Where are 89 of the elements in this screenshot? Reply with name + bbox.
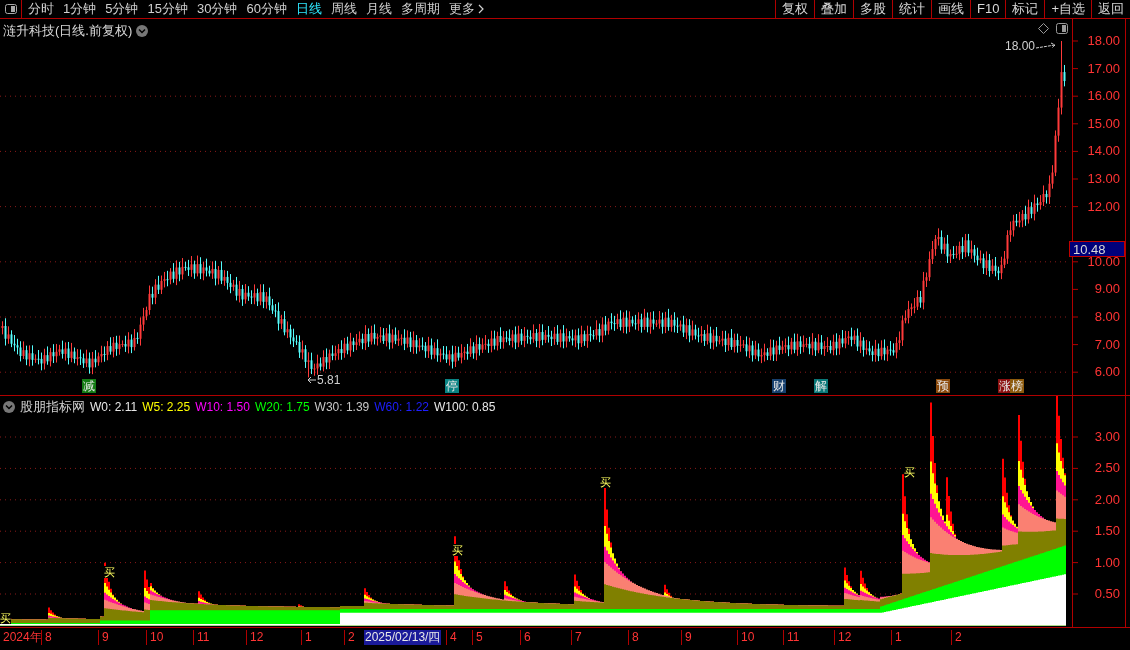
- date-label: 2024年: [2, 630, 43, 645]
- indicator-name: 股朋指标网: [20, 398, 85, 416]
- arrow-icon: [307, 376, 317, 384]
- date-label: 2: [951, 630, 963, 645]
- panel-toggle-icon[interactable]: [1056, 23, 1068, 34]
- price-label: 12.00: [1086, 199, 1120, 214]
- price-label: 16.00: [1086, 89, 1120, 104]
- date-label: 2025/02/13/四: [364, 630, 442, 645]
- legend-value: W10: 1.50: [195, 398, 250, 416]
- buy-signal: 买: [0, 612, 11, 624]
- indicator-value-label: 3.00: [1093, 430, 1120, 444]
- toolbar-button[interactable]: 多股: [853, 0, 892, 18]
- high-price-label: 18.00: [1005, 38, 1036, 55]
- period-tab[interactable]: 多周期: [400, 0, 440, 19]
- buy-signal: 买: [600, 476, 611, 488]
- date-label: 12: [834, 630, 853, 645]
- date-label: 1: [301, 630, 313, 645]
- event-tag: 停: [445, 379, 459, 393]
- toolbar-button[interactable]: 复权: [775, 0, 814, 18]
- legend-value: W30: 1.39: [314, 398, 370, 416]
- period-tab[interactable]: 周线: [330, 0, 357, 19]
- toolbar-button[interactable]: 统计: [892, 0, 931, 18]
- date-label: 8: [628, 630, 640, 645]
- chevron-right-icon: [477, 4, 484, 14]
- indicator-value-label: 2.50: [1093, 461, 1120, 476]
- price-label: 8.00: [1093, 310, 1120, 324]
- legend-value: W0: 2.11: [90, 398, 138, 416]
- price-label: 9.00: [1093, 282, 1120, 297]
- date-label: 9: [681, 630, 693, 645]
- buy-signal: 买: [104, 566, 115, 578]
- period-tab[interactable]: 5分钟: [105, 0, 139, 19]
- price-label: 14.00: [1086, 144, 1120, 159]
- date-label: 11: [783, 630, 801, 645]
- arrow-icon: [1035, 42, 1058, 50]
- panel-toggle-icon[interactable]: [4, 4, 17, 14]
- period-tab[interactable]: 日线: [295, 0, 322, 19]
- period-tab[interactable]: 1分钟: [63, 0, 97, 19]
- date-label: 2: [344, 630, 356, 645]
- price-label: 18.00: [1086, 34, 1120, 48]
- date-label: 5: [472, 630, 484, 645]
- legend-value: W100: 0.85: [434, 398, 496, 416]
- event-tag: 预: [936, 379, 950, 393]
- chart-title: 涟升科技(日线.前复权): [3, 22, 133, 40]
- toolbar-button[interactable]: +自选: [1044, 0, 1091, 18]
- date-label: 8: [41, 630, 53, 645]
- legend-value: W60: 1.22: [374, 398, 429, 416]
- indicator-value-label: 2.00: [1093, 492, 1120, 507]
- indicator-value-label: 1.00: [1093, 555, 1120, 570]
- event-tag: 解: [814, 379, 828, 393]
- toolbar-button[interactable]: 标记: [1005, 0, 1045, 18]
- date-label: 7: [571, 630, 583, 645]
- toolbar-button[interactable]: 画线: [931, 0, 970, 18]
- price-label: 6.00: [1093, 365, 1120, 380]
- toolbar-button[interactable]: 返回: [1091, 0, 1130, 18]
- price-label: 17.00: [1086, 61, 1120, 76]
- event-tag: 榜: [1010, 379, 1024, 393]
- buy-signal: 买: [452, 544, 463, 556]
- current-price-tag: 10.48: [1069, 240, 1125, 257]
- period-tab[interactable]: 15分钟: [147, 0, 188, 19]
- legend-value: W20: 1.75: [254, 398, 310, 416]
- event-tag: 减: [82, 379, 96, 393]
- price-label: 10.00: [1087, 254, 1120, 269]
- date-label: 11: [193, 630, 211, 645]
- dropdown-icon[interactable]: [136, 24, 149, 37]
- indicator-value-label: 0.50: [1093, 587, 1120, 601]
- toolbar-button[interactable]: F10: [970, 0, 1006, 18]
- period-tab[interactable]: 30分钟: [196, 0, 238, 19]
- toolbar-button[interactable]: 叠加: [814, 0, 853, 18]
- price-label: 13.00: [1086, 172, 1120, 186]
- period-tab[interactable]: 月线: [365, 0, 392, 19]
- event-tag: 财: [772, 379, 786, 393]
- price-label: 7.00: [1093, 337, 1120, 352]
- date-label: 10: [737, 630, 756, 645]
- dropdown-icon[interactable]: [3, 400, 15, 413]
- period-tab[interactable]: 60分钟: [246, 0, 287, 19]
- legend-value: W5: 2.25: [142, 398, 191, 416]
- date-label: 4: [446, 630, 458, 645]
- low-price-label: 5.81: [317, 372, 341, 389]
- date-label: 10: [146, 630, 165, 645]
- date-label: 12: [246, 630, 265, 645]
- period-tab[interactable]: 分时: [28, 0, 54, 19]
- diamond-icon[interactable]: [1038, 23, 1049, 34]
- date-label: 9: [98, 630, 110, 645]
- date-label: 6: [520, 630, 532, 645]
- indicator-value-label: 1.50: [1093, 524, 1120, 539]
- price-label: 15.00: [1086, 116, 1120, 131]
- buy-signal: 买: [904, 466, 915, 478]
- period-tab[interactable]: 更多: [448, 0, 484, 19]
- date-label: 1: [891, 630, 903, 645]
